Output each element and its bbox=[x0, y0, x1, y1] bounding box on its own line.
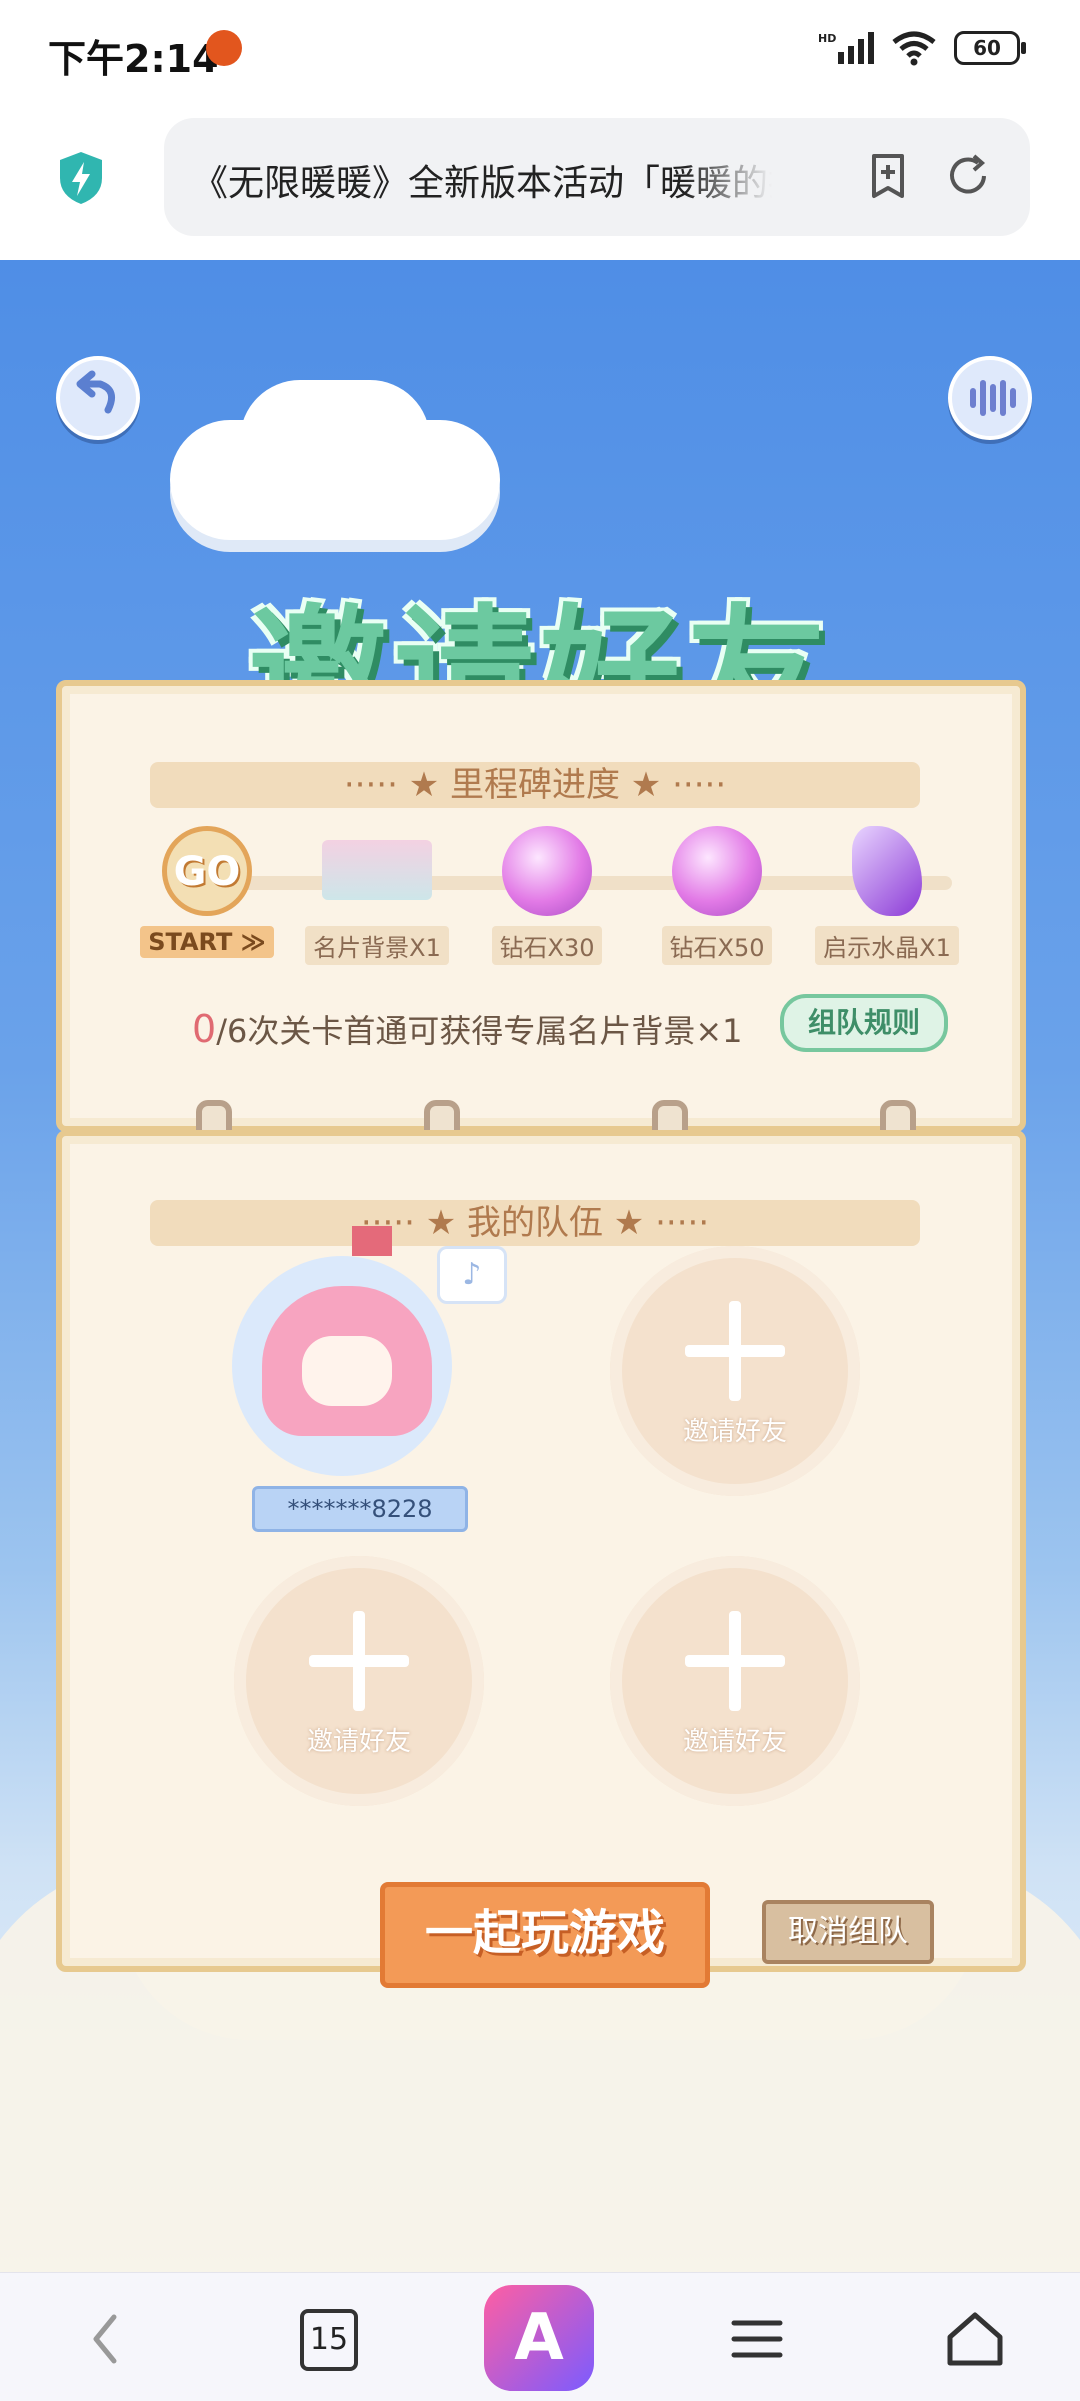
milestone-label: START ≫ bbox=[140, 926, 274, 958]
status-indicators: HD 60 bbox=[818, 30, 1026, 66]
milestone-track: GO START ≫ 名片背景X1 钻石X30 钻石X50 启示水晶X1 bbox=[132, 826, 1002, 965]
invite-slot[interactable]: 邀请好友 bbox=[234, 1556, 484, 1806]
app-notification-icon bbox=[206, 30, 242, 66]
card-background-icon bbox=[322, 840, 432, 900]
music-note-icon: ♪ bbox=[437, 1246, 507, 1304]
milestone-label: 启示水晶X1 bbox=[815, 926, 959, 965]
plus-icon bbox=[685, 1301, 785, 1401]
invite-slot[interactable]: 邀请好友 bbox=[610, 1246, 860, 1496]
sound-wave-icon bbox=[970, 380, 1016, 416]
milestone-crystal[interactable]: 启示水晶X1 bbox=[812, 826, 962, 965]
go-icon: GO bbox=[162, 826, 252, 916]
menu-icon[interactable] bbox=[712, 2293, 802, 2383]
invite-slot[interactable]: 邀请好友 bbox=[610, 1556, 860, 1806]
milestone-card-background[interactable]: 名片背景X1 bbox=[302, 826, 452, 965]
leader-flag-icon bbox=[352, 1226, 392, 1256]
cancel-team-button[interactable]: 取消组队 bbox=[762, 1900, 934, 1964]
milestone-label: 钻石X30 bbox=[491, 926, 603, 965]
progress-text: 0/6次关卡首通可获得专属名片背景×1 bbox=[192, 1006, 743, 1052]
member-name: *******8228 bbox=[252, 1486, 468, 1532]
team-header: ····· ★ 我的队伍 ★ ····· bbox=[150, 1200, 920, 1246]
battery-indicator: 60 bbox=[954, 31, 1026, 65]
crystal-icon bbox=[852, 826, 922, 916]
ai-assistant-icon[interactable]: A bbox=[484, 2285, 594, 2391]
svg-text:HD: HD bbox=[818, 32, 836, 45]
plus-icon bbox=[309, 1611, 409, 1711]
address-bar[interactable]: 《无限暖暖》全新版本活动「暖暖的拍 bbox=[164, 118, 1030, 236]
milestone-label: 钻石X50 bbox=[661, 926, 773, 965]
milestone-start: GO START ≫ bbox=[132, 826, 282, 958]
sound-button[interactable] bbox=[948, 356, 1032, 440]
status-bar: 下午2:14 HD 60 bbox=[0, 0, 1080, 100]
progress-description: /6次关卡首通可获得专属名片背景×1 bbox=[216, 1012, 743, 1050]
game-webview: 邀请好友 ····· ★ 里程碑进度 ★ ····· GO START ≫ 名片… bbox=[0, 260, 1080, 2272]
browser-toolbar: 《无限暖暖》全新版本活动「暖暖的拍 bbox=[0, 100, 1080, 260]
avatar-face bbox=[302, 1336, 392, 1406]
plus-icon bbox=[685, 1611, 785, 1711]
wifi-icon bbox=[892, 31, 936, 66]
team-rules-button[interactable]: 组队规则 bbox=[780, 994, 948, 1052]
milestone-diamond-50[interactable]: 钻石X50 bbox=[642, 826, 792, 965]
diamond-icon bbox=[502, 826, 592, 916]
milestone-label: 名片背景X1 bbox=[305, 926, 449, 965]
tabs-button[interactable]: 15 bbox=[290, 2293, 380, 2383]
invite-label: 邀请好友 bbox=[682, 1417, 787, 1447]
play-together-button[interactable]: 一起玩游戏 bbox=[380, 1882, 710, 1988]
invite-label: 邀请好友 bbox=[682, 1727, 787, 1757]
status-time: 下午2:14 bbox=[48, 37, 219, 81]
back-chevron-icon[interactable] bbox=[60, 2293, 150, 2383]
milestone-panel: ····· ★ 里程碑进度 ★ ····· GO START ≫ 名片背景X1 … bbox=[56, 680, 1026, 1132]
milestone-header: ····· ★ 里程碑进度 ★ ····· bbox=[150, 762, 920, 808]
progress-count: 0 bbox=[192, 1007, 217, 1051]
tab-count: 15 bbox=[300, 2309, 358, 2371]
cloud-decoration bbox=[170, 420, 500, 540]
back-arrow-icon bbox=[76, 370, 116, 414]
home-icon[interactable] bbox=[930, 2293, 1020, 2383]
invite-label: 邀请好友 bbox=[306, 1727, 411, 1757]
add-bookmark-icon[interactable] bbox=[864, 152, 912, 200]
shield-lightning-icon[interactable] bbox=[56, 150, 106, 206]
milestone-diamond-30[interactable]: 钻石X30 bbox=[472, 826, 622, 965]
page-title[interactable]: 《无限暖暖》全新版本活动「暖暖的拍 bbox=[192, 154, 772, 206]
back-button[interactable] bbox=[56, 356, 140, 440]
bottom-navigation: 15 A bbox=[0, 2272, 1080, 2401]
refresh-icon[interactable] bbox=[944, 152, 992, 200]
team-panel: ····· ★ 我的队伍 ★ ····· ♪ *******8228 邀请好友 … bbox=[56, 1130, 1026, 1972]
signal-icon: HD bbox=[818, 32, 874, 64]
diamond-icon bbox=[672, 826, 762, 916]
